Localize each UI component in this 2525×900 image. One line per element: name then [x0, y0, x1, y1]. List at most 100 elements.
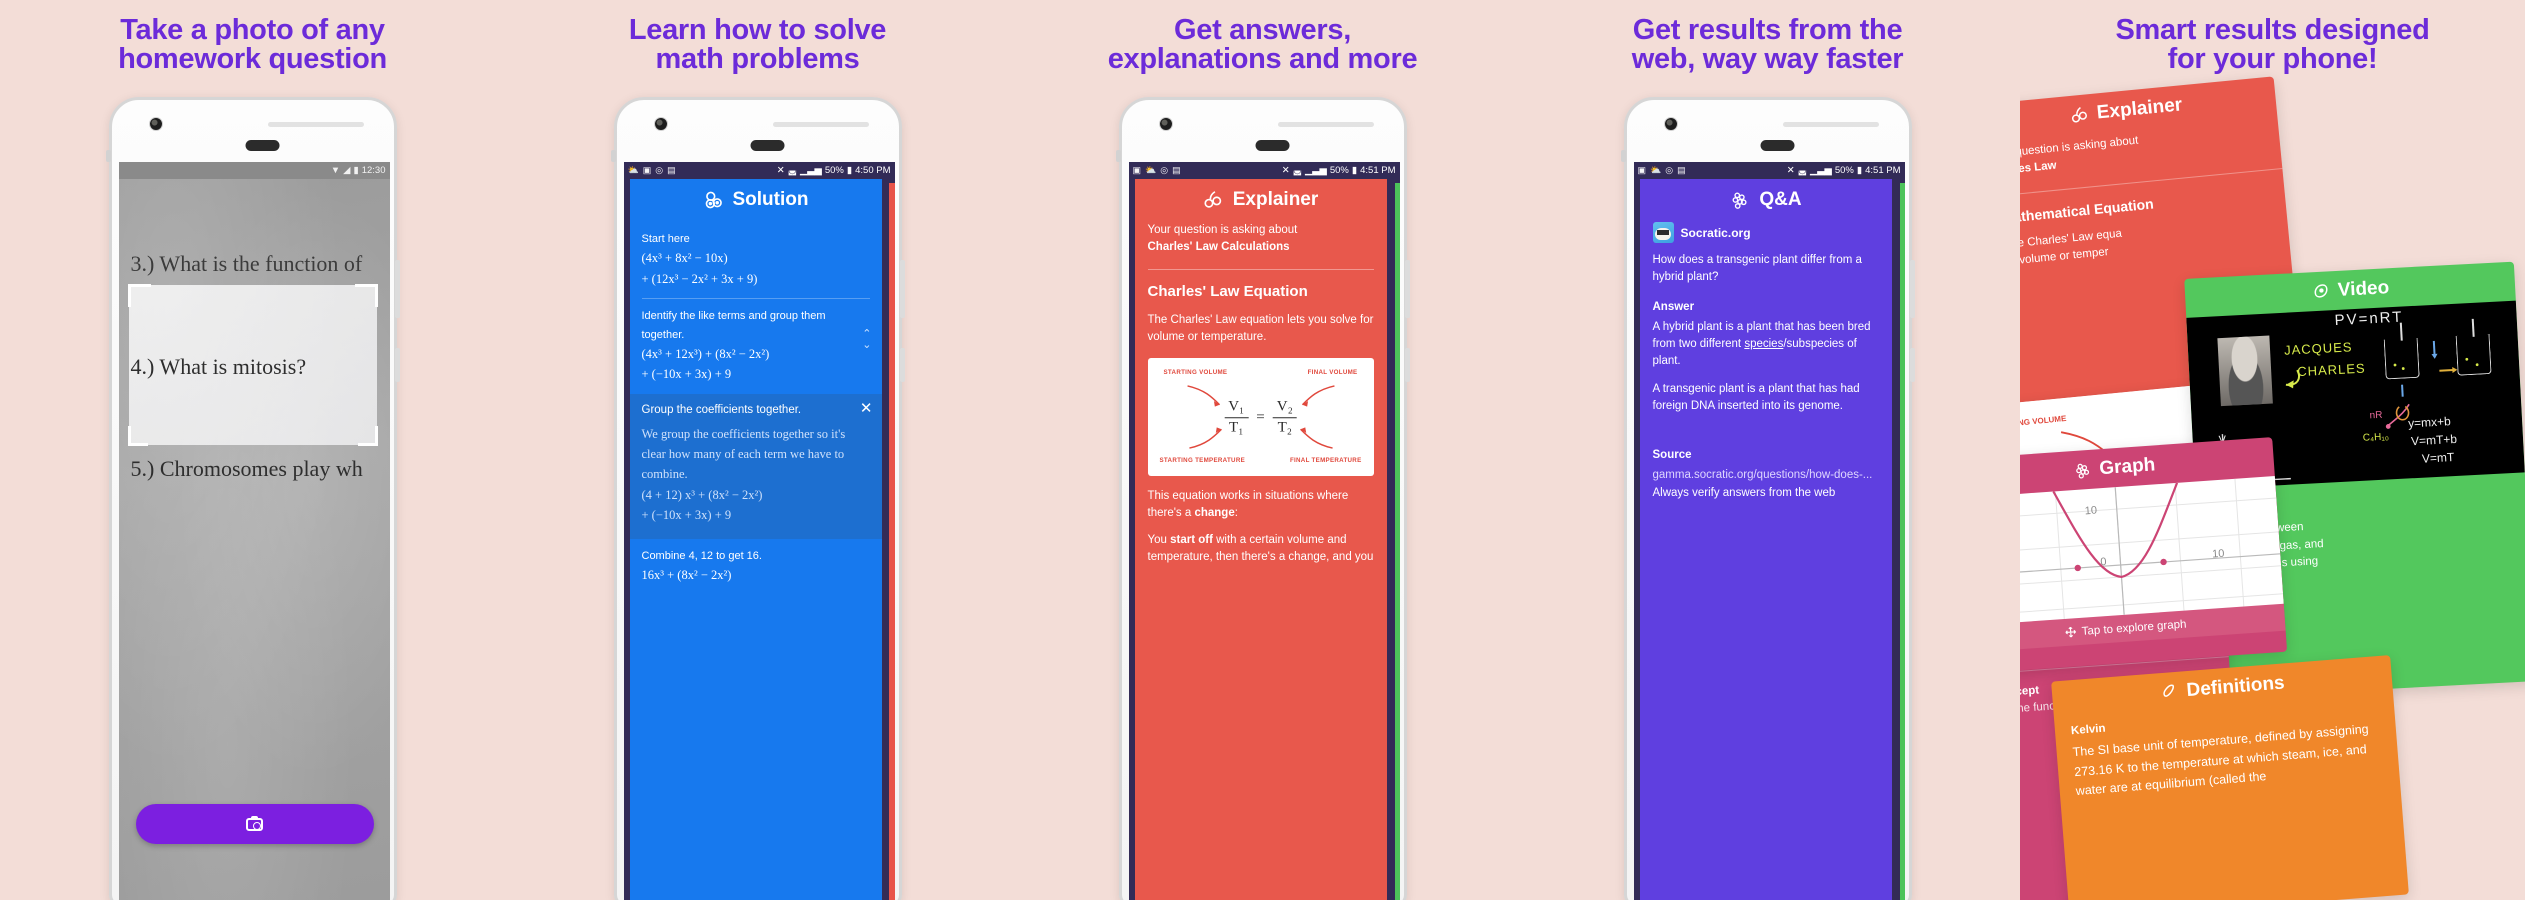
- doc-icon: ▤: [1172, 165, 1181, 175]
- headline-line-2: homework question: [118, 43, 387, 75]
- camera-shutter-button[interactable]: [135, 804, 374, 844]
- earpiece-grille: [772, 122, 869, 127]
- equation-diagram: STARTING VOLUME FINAL VOLUME STARTING TE…: [1147, 358, 1374, 477]
- status-bar-left-3: ▣ ⛅ ◎ ▤: [1133, 166, 1181, 175]
- phone-mockup-4: ▣ ⛅ ◎ ▤ ✕ ◛ ▁▃▅ 50% ▮ 4:51 PM Q&A Socrat…: [1620, 97, 1915, 900]
- solution-step-3[interactable]: Combine 4, 12 to get 16. 16x³ + (8x² − 2…: [642, 539, 870, 595]
- next-card-edge-green[interactable]: [1899, 183, 1905, 900]
- para-1-bold: change: [1194, 507, 1235, 520]
- wifi-icon: ◛: [1292, 164, 1302, 176]
- explainer-heading: Charles' Law Equation: [1147, 283, 1308, 301]
- status-time-4: 4:51 PM: [1865, 165, 1901, 176]
- card-definitions-title: Definitions: [2185, 672, 2286, 702]
- explainer-cherries-icon: [1204, 191, 1221, 208]
- status-bar-right-4: ✕ ◛ ▁▃▅ 50% ▮ 4:51 PM: [1787, 165, 1901, 176]
- left-side-button: [105, 150, 111, 162]
- volume-button[interactable]: [899, 260, 905, 318]
- explainer-card-header: Explainer: [1135, 179, 1387, 220]
- step-1-line-2: + (12x³ − 2x² + 3x + 9): [641, 271, 758, 286]
- equation-v1: V₁: [1224, 399, 1249, 418]
- speaker-slot: [1760, 140, 1795, 151]
- para-2-a: You: [1147, 534, 1171, 547]
- status-bar-left-2: ⛅ ▣ ◎ ▤: [628, 166, 676, 175]
- para-1-a: This equation works in situations where …: [1147, 490, 1349, 520]
- explainer-lead-topic: Charles' Law Calculations: [1147, 241, 1290, 254]
- status-bar-left-4: ▣ ⛅ ◎ ▤: [1638, 166, 1686, 175]
- phone-screen-camera: ▼ ◢ ▮ 12:30 3.) What is the function of …: [118, 162, 390, 900]
- card-explainer-body: our question is asking about harles Law …: [2020, 115, 2291, 286]
- equation-right-fraction: V₂ T₂: [1272, 399, 1297, 437]
- front-camera-icon: [148, 117, 163, 131]
- volume-button[interactable]: [394, 260, 400, 318]
- qa-answer-link-species[interactable]: species: [1744, 338, 1783, 350]
- power-button[interactable]: [394, 348, 400, 382]
- signal-icon: ▁▃▅: [1304, 164, 1327, 176]
- explainer-para-2: You start off with a certain volume and …: [1148, 532, 1374, 566]
- front-camera-icon: [1663, 117, 1678, 131]
- graph-svg: [2020, 478, 2284, 624]
- earpiece-grille: [1277, 122, 1374, 127]
- power-button[interactable]: [1404, 348, 1410, 382]
- explainer-lead: Your question is asking about Charles' L…: [1148, 220, 1374, 256]
- status-bar-right-3: ✕ ◛ ▁▃▅ 50% ▮ 4:51 PM: [1282, 165, 1396, 176]
- earpiece-grille: [267, 122, 364, 127]
- signal-icon: ◢: [343, 164, 351, 176]
- tap-label: Tap to explore graph: [2081, 618, 2187, 638]
- step-2-label: Identify the like terms and group them t…: [641, 310, 826, 341]
- qa-source-row[interactable]: Socratic.org: [1652, 222, 1879, 243]
- volume-button[interactable]: [1404, 260, 1410, 318]
- camera-viewfinder[interactable]: 3.) What is the function of 4.) What is …: [118, 179, 390, 900]
- status-battery-2: 50%: [824, 165, 844, 176]
- signal-icon: ▁▃▅: [799, 164, 822, 176]
- volume-button[interactable]: [1909, 260, 1915, 318]
- status-bar-4: ▣ ⛅ ◎ ▤ ✕ ◛ ▁▃▅ 50% ▮ 4:51 PM: [1633, 162, 1905, 179]
- solution-step-2[interactable]: Identify the like terms and group them t…: [642, 299, 870, 394]
- chalk-vmt: V=mT: [2421, 450, 2455, 466]
- close-icon[interactable]: ✕: [860, 401, 873, 417]
- screenshot-gallery: Take a photo of any homework question ▼ …: [0, 0, 2525, 900]
- definitions-carrot-icon: [2163, 684, 2175, 697]
- crop-corner-bottom-right: [357, 426, 378, 446]
- qa-question: How does a transgenic plant differ from …: [1652, 254, 1862, 284]
- card-video-title: Video: [2337, 277, 2390, 301]
- phone-screen-solution: ⛅ ▣ ◎ ▤ ✕ ◛ ▁▃▅ 50% ▮ 4:50 PM Solution S…: [623, 162, 895, 900]
- headline-line-1: Get results from the: [1632, 14, 1903, 46]
- card-graph[interactable]: Graph -10 0: [2020, 437, 2288, 674]
- panel-1-headline: Take a photo of any homework question: [0, 16, 505, 74]
- qa-source-heading: Source: [1652, 449, 1692, 461]
- headline-line-1: Learn how to solve: [628, 14, 887, 46]
- step-2-line-2: + (−10x + 3x) + 9: [641, 367, 732, 382]
- panel-2-headline: Learn how to solve math problems: [505, 16, 1010, 74]
- equation-left-fraction: V₁ T₁: [1224, 399, 1249, 437]
- card-definitions[interactable]: Definitions Kelvin The SI base unit of t…: [2051, 655, 2409, 900]
- wifi-icon: ◛: [1797, 164, 1807, 176]
- status-time-2: 4:50 PM: [855, 165, 891, 176]
- step-3-line-1: 16x³ + (8x² − 2x²): [641, 568, 732, 583]
- status-bar-3: ▣ ⛅ ◎ ▤ ✕ ◛ ▁▃▅ 50% ▮ 4:51 PM: [1128, 162, 1400, 179]
- gallery-panel-5: Smart results designed for your phone! E…: [2020, 0, 2525, 900]
- expand-chevron-icon[interactable]: ⌃ ⌄: [862, 329, 871, 351]
- qa-source-url[interactable]: gamma.socratic.org/questions/how-does-..…: [1653, 467, 1879, 484]
- chalk-vmtb: V=mT+b: [2410, 431, 2458, 449]
- move-arrows-icon: [2065, 626, 2076, 638]
- power-button[interactable]: [899, 348, 905, 382]
- qa-body: Socratic.org How does a transgenic plant…: [1640, 220, 1892, 502]
- qa-screen: Q&A Socratic.org How does a transgenic p…: [1633, 179, 1905, 900]
- speaker-slot: [1255, 140, 1290, 151]
- explainer-screen: Explainer Your question is asking about …: [1128, 179, 1400, 900]
- solution-step-1: Start here (4x³ + 8x² − 10x) + (12x³ − 2…: [642, 222, 870, 298]
- graph-plot-area[interactable]: -10 0 10 10: [2020, 476, 2284, 627]
- clock-icon: ◎: [1665, 165, 1674, 175]
- next-card-edge-green[interactable]: [1394, 183, 1400, 900]
- status-battery-3: 50%: [1329, 165, 1349, 176]
- floating-cards-collage: Explainer our question is asking about h…: [2020, 0, 2525, 900]
- card-graph-title: Graph: [2098, 454, 2156, 480]
- power-button[interactable]: [1909, 348, 1915, 382]
- battery-icon: ▮: [846, 164, 853, 176]
- homework-question-4: 4.) What is mitosis?: [130, 354, 307, 379]
- gallery-panel-4: Get results from the web, way way faster…: [1515, 0, 2020, 900]
- panel-line-2: + (−10x + 3x) + 9: [641, 507, 732, 522]
- earpiece-grille: [1782, 122, 1879, 127]
- next-card-edge-red[interactable]: [888, 183, 895, 900]
- gallery-panel-3: Get answers, explanations and more ▣ ⛅ ◎…: [1010, 0, 1515, 900]
